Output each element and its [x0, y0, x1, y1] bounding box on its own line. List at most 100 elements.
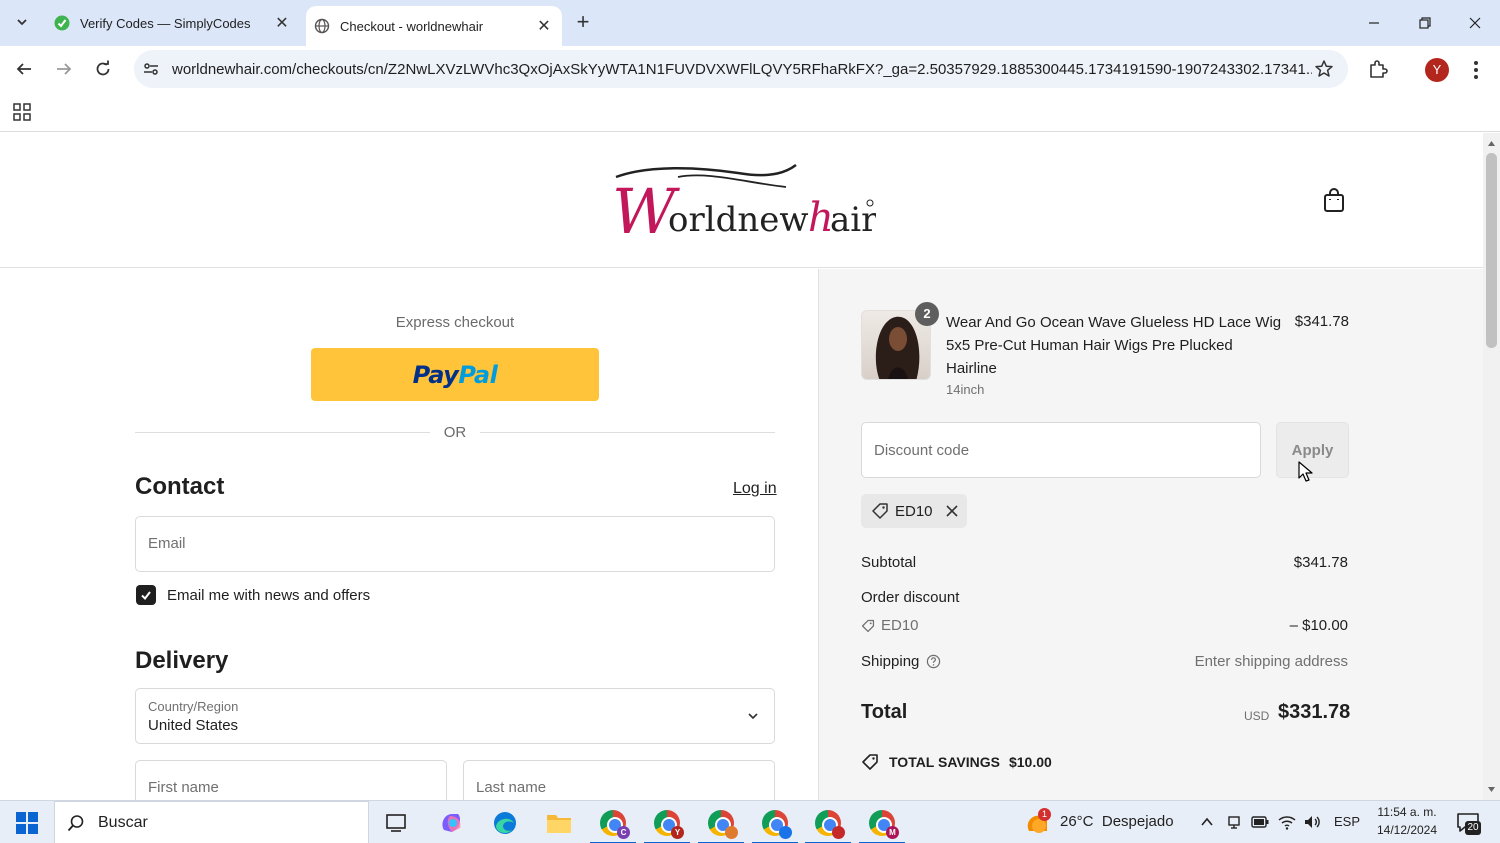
address-bar[interactable]: worldnewhair.com/checkouts/cn/Z2NwLXVzLW… [134, 50, 1348, 88]
file-explorer-icon[interactable] [544, 808, 574, 838]
login-link[interactable]: Log in [733, 480, 777, 498]
savings-value: $10.00 [1008, 754, 1052, 770]
chrome-profile-4-icon[interactable] [752, 808, 798, 843]
forward-button[interactable] [50, 55, 78, 83]
new-tab-button[interactable]: + [570, 10, 596, 36]
remove-discount-icon[interactable] [945, 504, 959, 518]
site-info-icon[interactable] [142, 60, 160, 78]
last-name-field[interactable]: Last name [463, 760, 775, 800]
worldnewhair-logo[interactable]: W orldnew h air [608, 161, 876, 241]
extensions-icon[interactable] [1366, 58, 1390, 82]
clock-date: 14/12/2024 [1376, 823, 1438, 837]
tag-icon [861, 619, 875, 632]
check-icon [141, 591, 151, 601]
scroll-up-icon[interactable] [1487, 139, 1496, 148]
weather-text[interactable]: 26°C Despejado [1060, 813, 1174, 830]
notifications-count: 20 [1465, 821, 1481, 835]
scroll-down-icon[interactable] [1487, 785, 1496, 794]
tab-search-button[interactable] [8, 8, 36, 36]
page-scrollbar[interactable] [1483, 133, 1500, 800]
browser-menu-icon[interactable] [1466, 58, 1486, 82]
task-view-icon[interactable] [381, 808, 411, 838]
copilot-icon[interactable] [436, 808, 466, 838]
reload-button[interactable] [89, 55, 117, 83]
close-window-icon[interactable] [1455, 10, 1495, 36]
wifi-icon[interactable] [1278, 813, 1296, 831]
checkout-form: Express checkout PayPal OR Contact Log i… [0, 269, 818, 800]
product-variant: 14inch [946, 382, 985, 397]
tab-simplycodes[interactable]: Verify Codes — SimplyCodes ✕ [46, 6, 300, 40]
chrome-profile-5-icon[interactable] [805, 808, 851, 843]
reload-icon [96, 60, 110, 76]
subtotal-label: Subtotal [861, 554, 917, 571]
arrow-right-icon [57, 63, 72, 75]
weather-alert-badge: 1 [1038, 808, 1051, 821]
applied-code-label: ED10 [895, 502, 933, 520]
product-name: Wear And Go Ocean Wave Glueless HD Lace … [946, 314, 1282, 377]
meet-now-icon[interactable] [1225, 813, 1243, 831]
url-text: worldnewhair.com/checkouts/cn/Z2NwLXVzLW… [172, 61, 1312, 78]
shopping-bag-icon[interactable] [1322, 187, 1346, 213]
chrome-profile-c-icon[interactable]: C [590, 808, 636, 843]
restore-window-icon[interactable] [1405, 10, 1445, 36]
svg-text:orldnew: orldnew [668, 200, 808, 240]
shipping-value: Enter shipping address [1194, 653, 1348, 670]
apps-grid-icon[interactable] [12, 102, 32, 122]
windows-taskbar: Buscar C Y M [0, 800, 1500, 843]
chrome-profile-m-icon[interactable]: M [859, 808, 905, 843]
total-value: $331.78 [1278, 701, 1351, 723]
checkout-page: W orldnew h air Express checkout PayPal … [0, 133, 1483, 800]
windows-start-icon[interactable] [16, 812, 38, 834]
express-checkout-label: Express checkout [395, 314, 515, 331]
total-currency: USD [1244, 709, 1270, 723]
subtotal-value: $341.78 [1293, 554, 1348, 571]
country-value: United States [148, 717, 239, 734]
email-field[interactable]: Email [135, 516, 775, 572]
tag-icon [872, 503, 888, 519]
country-select[interactable]: Country/Region United States [135, 688, 775, 744]
total-label: Total [861, 701, 908, 723]
first-name-field[interactable]: First name [135, 760, 447, 800]
tag-icon [862, 754, 878, 770]
order-discount-label: Order discount [861, 589, 960, 606]
arrow-left-icon [16, 63, 31, 75]
store-header: W orldnew h air [0, 133, 1483, 268]
weather-temp: 26°C [1060, 813, 1094, 830]
battery-icon[interactable] [1251, 813, 1269, 831]
globe-icon [314, 18, 330, 34]
chevron-up-icon[interactable] [1198, 813, 1216, 831]
chrome-profile-y-icon[interactable]: Y [644, 808, 690, 843]
chevron-down-icon [17, 19, 27, 26]
edge-icon[interactable] [490, 808, 520, 838]
discount-value: – $10.00 [1289, 617, 1348, 634]
applied-discount-chip: ED10 [861, 494, 967, 528]
scroll-thumb[interactable] [1486, 153, 1497, 348]
chevron-down-icon [748, 713, 758, 720]
paypal-logo: PayPal [412, 360, 498, 389]
help-circle-icon[interactable] [926, 654, 941, 669]
tab-title: Verify Codes — SimplyCodes [80, 15, 251, 31]
close-tab-icon[interactable]: ✕ [534, 16, 554, 36]
minimize-window-icon[interactable] [1354, 10, 1394, 36]
last-name-placeholder: Last name [476, 779, 547, 796]
back-button[interactable] [10, 55, 38, 83]
paypal-button[interactable]: PayPal [311, 348, 599, 401]
shipping-row: Shipping [861, 653, 941, 670]
country-label: Country/Region [148, 699, 239, 714]
system-clock[interactable]: 11:54 a. m. 14/12/2024 [1372, 803, 1442, 839]
input-language[interactable]: ESP [1334, 814, 1360, 829]
tab-title: Checkout - worldnewhair [340, 18, 484, 34]
profile-avatar[interactable]: Y [1425, 58, 1449, 82]
newsletter-label[interactable]: Email me with news and offers [167, 587, 370, 604]
newsletter-checkbox[interactable] [136, 585, 156, 605]
bookmark-star-icon[interactable] [1314, 59, 1334, 79]
volume-icon[interactable] [1303, 813, 1321, 831]
taskbar-search-box[interactable]: Buscar [54, 801, 369, 843]
close-tab-icon[interactable]: ✕ [272, 13, 292, 33]
chrome-profile-user-icon[interactable] [698, 808, 744, 843]
tab-checkout[interactable]: Checkout - worldnewhair ✕ [306, 6, 562, 46]
mouse-cursor-icon [1298, 461, 1313, 482]
discount-code-input[interactable]: Discount code [861, 422, 1261, 478]
weather-desc: Despejado [1101, 813, 1174, 830]
taskbar-search-label: Buscar [98, 814, 148, 831]
